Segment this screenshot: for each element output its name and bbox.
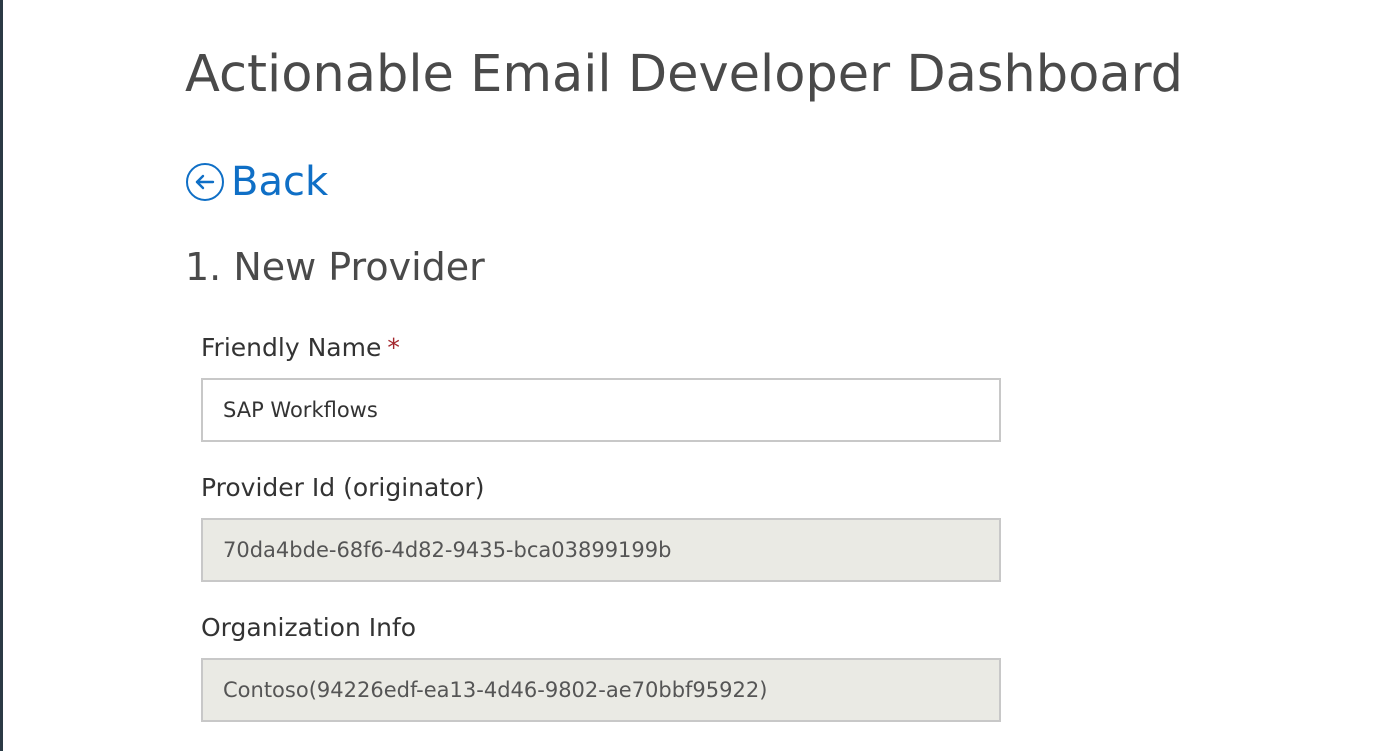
organization-info-field	[201, 658, 1001, 722]
arrow-left-circle-icon	[185, 162, 225, 202]
friendly-name-label: Friendly Name *	[201, 333, 400, 362]
provider-id-label: Provider Id (originator)	[201, 473, 485, 502]
required-marker: *	[387, 333, 400, 362]
back-label: Back	[231, 159, 329, 205]
back-link[interactable]: Back	[185, 158, 328, 206]
provider-id-field	[201, 518, 1001, 582]
section-title: 1. New Provider	[185, 245, 485, 289]
organization-info-label: Organization Info	[201, 613, 417, 642]
left-edge-divider	[0, 0, 3, 751]
page-title: Actionable Email Developer Dashboard	[185, 45, 1184, 104]
friendly-name-label-text: Friendly Name	[201, 333, 382, 362]
friendly-name-input[interactable]	[201, 378, 1001, 442]
